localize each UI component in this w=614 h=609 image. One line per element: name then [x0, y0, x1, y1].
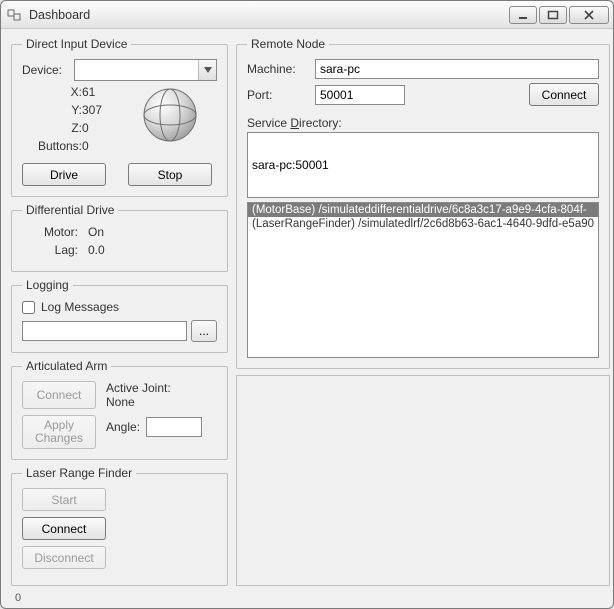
active-joint-value: None — [106, 395, 202, 409]
direct-input-legend: Direct Input Device — [22, 37, 131, 51]
y-value: 307 — [82, 103, 122, 117]
service-directory-input[interactable] — [247, 132, 599, 198]
motor-label: Motor: — [22, 225, 78, 239]
status-bar: 0 — [1, 592, 613, 608]
right-column: Remote Node Machine: Port: Connect Servi… — [236, 37, 610, 586]
angle-label: Angle: — [106, 420, 140, 434]
arm-connect-button[interactable]: Connect — [22, 381, 96, 409]
arm-legend: Articulated Arm — [22, 359, 111, 373]
log-messages-input[interactable] — [22, 301, 35, 314]
remote-node-group: Remote Node Machine: Port: Connect Servi… — [236, 37, 610, 369]
angle-input[interactable] — [146, 417, 202, 437]
close-button[interactable] — [569, 6, 609, 24]
app-icon — [7, 7, 23, 23]
client-area: Direct Input Device Device: X:61 Y:307 Z… — [1, 29, 613, 592]
chevron-down-icon — [198, 60, 216, 80]
active-joint-label: Active Joint: — [106, 381, 202, 395]
maximize-button[interactable] — [539, 6, 567, 24]
arm-apply-button[interactable]: Apply Changes — [22, 415, 96, 449]
drive-button[interactable]: Drive — [22, 163, 106, 186]
x-value: 61 — [82, 85, 122, 99]
diff-drive-legend: Differential Drive — [22, 203, 118, 217]
motor-value: On — [88, 225, 104, 239]
arm-group: Articulated Arm Connect Apply Changes Ac… — [11, 359, 228, 460]
titlebar: Dashboard — [1, 1, 613, 29]
service-dir-prefix: Service — [247, 116, 290, 130]
service-listbox[interactable]: (MotorBase) /simulateddifferentialdrive/… — [247, 202, 599, 358]
status-text: 0 — [15, 592, 21, 604]
log-path-input[interactable] — [22, 321, 187, 341]
preview-panel — [236, 375, 610, 586]
remote-node-legend: Remote Node — [247, 37, 329, 51]
y-label: Y: — [22, 103, 82, 117]
stop-button[interactable]: Stop — [128, 163, 212, 186]
minimize-button[interactable] — [509, 6, 537, 24]
diff-drive-group: Differential Drive Motor: On Lag: 0.0 — [11, 203, 228, 272]
window-title: Dashboard — [29, 8, 507, 22]
lag-value: 0.0 — [88, 243, 105, 257]
direct-input-group: Direct Input Device Device: X:61 Y:307 Z… — [11, 37, 228, 197]
remote-connect-button[interactable]: Connect — [529, 83, 599, 106]
device-label: Device: — [22, 63, 74, 77]
browse-button[interactable]: ... — [191, 320, 217, 342]
xyz-readout: X:61 Y:307 Z:0 Buttons:0 — [22, 85, 132, 157]
service-dir-suffix: irectory: — [299, 116, 342, 130]
list-item[interactable]: (MotorBase) /simulateddifferentialdrive/… — [248, 203, 598, 217]
lrf-connect-button[interactable]: Connect — [22, 517, 106, 540]
buttons-value: 0 — [82, 139, 122, 153]
port-input[interactable] — [315, 85, 405, 105]
x-label: X: — [22, 85, 82, 99]
lrf-group: Laser Range Finder Start Connect Disconn… — [11, 466, 228, 586]
logging-group: Logging Log Messages ... — [11, 278, 228, 353]
device-combobox[interactable] — [74, 59, 217, 81]
lag-label: Lag: — [22, 243, 78, 257]
buttons-label: Buttons: — [22, 139, 82, 153]
trackball-icon[interactable] — [142, 87, 198, 143]
service-dir-mnemonic: D — [290, 116, 299, 130]
machine-input[interactable] — [315, 59, 599, 79]
z-label: Z: — [22, 121, 82, 135]
lrf-disconnect-button[interactable]: Disconnect — [22, 546, 106, 569]
log-messages-label: Log Messages — [41, 300, 119, 314]
list-item[interactable]: (LaserRangeFinder) /simulatedlrf/2c6d8b6… — [248, 217, 598, 231]
log-messages-checkbox[interactable]: Log Messages — [22, 300, 217, 314]
logging-legend: Logging — [22, 278, 73, 292]
app-window: Dashboard Direct Input Device Device: — [0, 0, 614, 609]
lrf-legend: Laser Range Finder — [22, 466, 136, 480]
z-value: 0 — [82, 121, 122, 135]
left-column: Direct Input Device Device: X:61 Y:307 Z… — [11, 37, 228, 586]
service-directory-label: Service Directory: — [247, 116, 599, 130]
lrf-start-button[interactable]: Start — [22, 488, 106, 511]
machine-label: Machine: — [247, 62, 315, 76]
port-label: Port: — [247, 88, 315, 102]
